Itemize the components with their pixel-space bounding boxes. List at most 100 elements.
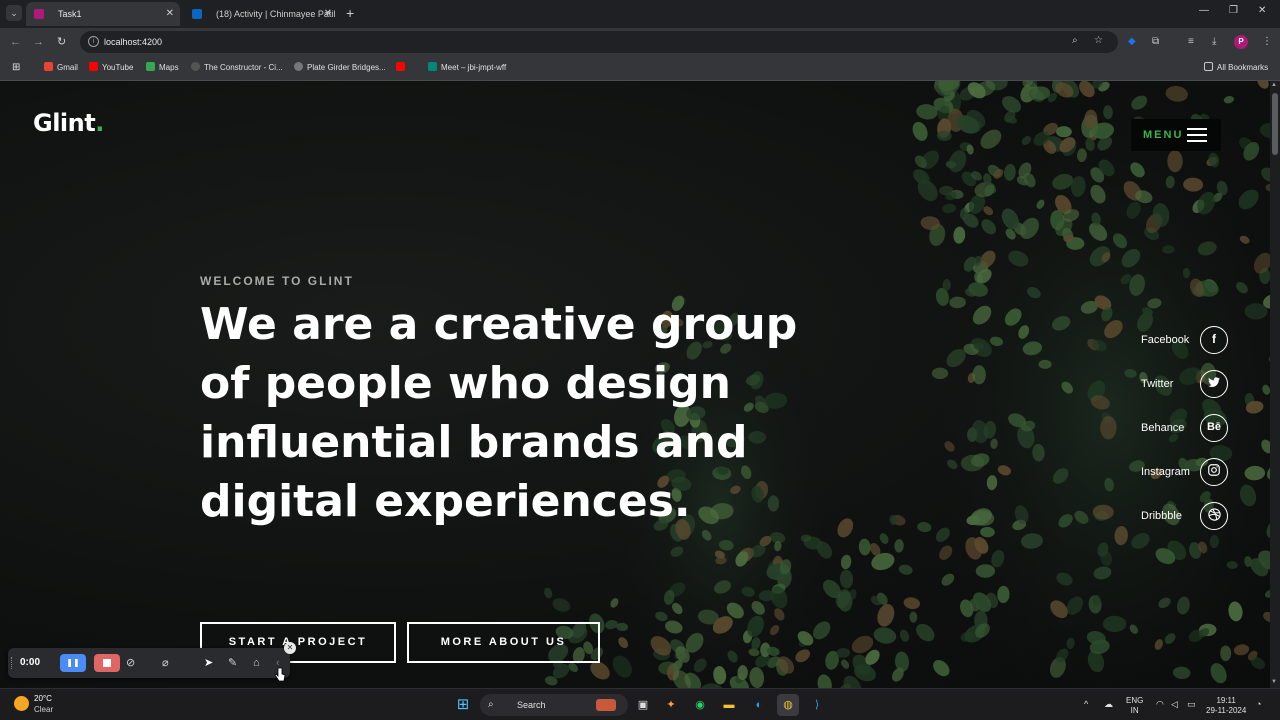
ivy-leaf [966, 514, 981, 526]
windows-start-icon[interactable]: ⊞ [452, 694, 474, 716]
wifi-icon[interactable]: ◠ [1156, 699, 1164, 709]
battery-icon[interactable]: ▭ [1187, 699, 1196, 709]
ivy-leaf [1239, 137, 1254, 151]
ivy-leaf [1189, 542, 1202, 559]
pause-button[interactable]: ❚❚ [60, 654, 86, 672]
volume-icon[interactable]: ◁ [1171, 699, 1178, 709]
glint-logo[interactable]: Glint. [33, 109, 104, 137]
ivy-leaf [970, 85, 981, 96]
bookmark-gmail[interactable]: Gmail [44, 56, 78, 80]
ivy-leaf [1043, 122, 1058, 136]
tab-media-icon[interactable]: ≡ [1188, 36, 1194, 48]
chrome-icon[interactable]: ◍ [777, 694, 799, 716]
reload-icon[interactable]: ↻ [57, 35, 66, 49]
all-bookmarks[interactable]: All Bookmarks [1204, 56, 1268, 80]
new-tab-icon[interactable]: + [346, 4, 354, 22]
ivy-leaf [749, 667, 765, 688]
ivy-leaf [966, 109, 986, 129]
ivy-leaf [1008, 413, 1027, 428]
more-about-us-button[interactable]: MORE ABOUT US [407, 622, 600, 663]
ivy-leaf [1198, 628, 1210, 638]
bookmark-plate-girder[interactable]: Plate Girder Bridges... [294, 56, 386, 80]
menu-button[interactable]: MENU [1131, 119, 1221, 151]
clock[interactable]: 19:11 29-11-2024 [1206, 696, 1246, 716]
file-explorer-icon[interactable]: ▬ [718, 694, 740, 716]
scroll-up-icon[interactable]: ▲ [1271, 82, 1277, 88]
scroll-down-icon[interactable]: ▼ [1271, 679, 1277, 685]
social-link-instagram[interactable]: Instagram [1141, 458, 1229, 486]
weather-widget[interactable]: 20°C Clear [14, 693, 84, 717]
apps-grid-icon[interactable]: ⊞ [12, 56, 20, 80]
bookmark-star-icon[interactable]: ☆ [1094, 35, 1103, 46]
tab-close-icon[interactable]: ✕ [166, 2, 174, 26]
ivy-leaf [963, 116, 974, 128]
bookmark-meet[interactable]: Meet – jbi-jmpt-wff [428, 56, 506, 80]
ivy-leaf [1062, 137, 1077, 157]
url-text[interactable]: localhost:4200 [104, 31, 162, 53]
drag-handle[interactable] [11, 657, 13, 669]
ivy-leaf [674, 651, 687, 660]
bookmark-youtube[interactable]: YouTube [89, 56, 133, 80]
ivy-leaf [1092, 339, 1107, 352]
social-link-facebook[interactable]: Facebook f [1141, 326, 1229, 354]
tab-search-icon[interactable]: ⌄ [6, 5, 22, 21]
scrollbar-thumb[interactable] [1272, 93, 1278, 155]
vscode-icon[interactable]: ⟩ [806, 694, 828, 716]
page-scrollbar[interactable]: ▲ ▼ [1270, 81, 1280, 688]
bookmark-maps[interactable]: Maps [146, 56, 179, 80]
ivy-leaf [1124, 368, 1137, 378]
ivy-leaf [1253, 252, 1270, 274]
onedrive-icon[interactable]: ☁ [1104, 699, 1113, 709]
back-icon[interactable]: ← [10, 35, 21, 49]
eraser-icon[interactable]: ⌂ [253, 648, 260, 678]
ivy-leaf [759, 535, 772, 547]
ivy-leaf [939, 545, 953, 560]
social-link-twitter[interactable]: Twitter [1141, 370, 1229, 398]
ivy-leaf [544, 676, 558, 686]
task-view-icon[interactable]: ▣ [632, 694, 654, 716]
twitter-icon [1200, 370, 1228, 398]
pointer-icon[interactable]: ➤ [204, 648, 213, 678]
address-bar[interactable]: i localhost:4200 ⌕ ☆ [80, 31, 1118, 53]
taskbar-search[interactable]: ⌕ Search [480, 694, 628, 716]
tab-close-icon[interactable]: ✕ [324, 2, 332, 26]
extensions-puzzle-icon[interactable]: ⧉ [1152, 36, 1159, 48]
more-menu-icon[interactable]: ⋮ [1262, 36, 1272, 48]
weather-sun-icon [14, 696, 29, 711]
tab-linkedin-activity[interactable]: (18) Activity | Chinmayee Patil | ✕ [184, 2, 338, 43]
notification-bell-icon[interactable]: ◔ [1256, 699, 1261, 709]
ivy-leaf [852, 654, 871, 675]
close-window-icon[interactable]: ✕ [1258, 5, 1266, 16]
ivy-leaf [718, 539, 734, 551]
copilot-icon[interactable]: ✦ [660, 694, 682, 716]
bookmark-the-constructor[interactable]: The Constructor - Ci... [191, 56, 283, 80]
ivy-leaf [1089, 129, 1097, 141]
ivy-leaf [1144, 227, 1160, 241]
tab-task1[interactable]: Task1 ✕ [26, 2, 180, 26]
edge-icon[interactable]: ◐ [748, 694, 770, 716]
social-link-behance[interactable]: Behance Bē [1141, 414, 1229, 442]
close-recorder-icon[interactable]: ✕ [284, 642, 296, 654]
forward-icon[interactable]: → [33, 35, 44, 49]
language-indicator[interactable]: ENG IN [1126, 696, 1143, 716]
ivy-leaf [822, 579, 841, 599]
ivy-leaf [1014, 505, 1029, 524]
stop-button[interactable] [94, 654, 120, 672]
extension-icon[interactable]: ◆ [1128, 36, 1136, 48]
gmail-icon [44, 62, 53, 71]
restore-icon[interactable]: ❐ [1229, 5, 1238, 16]
pen-icon[interactable]: ✎ [228, 648, 237, 678]
ivy-leaf [968, 194, 986, 214]
zoom-icon[interactable]: ⌕ [1072, 35, 1078, 46]
profile-avatar[interactable]: P [1234, 35, 1248, 49]
social-link-dribbble[interactable]: Dribbble [1141, 502, 1229, 530]
ivy-leaf [979, 250, 996, 268]
tray-overflow-icon[interactable]: ^ [1084, 699, 1088, 709]
camera-off-icon[interactable]: ⊘ [126, 648, 135, 678]
bookmark-youtube-video[interactable] [396, 56, 409, 80]
whatsapp-icon[interactable]: ◉ [689, 694, 711, 716]
site-info-icon[interactable]: i [88, 36, 99, 47]
download-icon[interactable]: ⤓ [1212, 36, 1216, 48]
minimize-icon[interactable]: — [1199, 5, 1209, 16]
mic-off-icon[interactable]: ⌀ [162, 648, 169, 678]
